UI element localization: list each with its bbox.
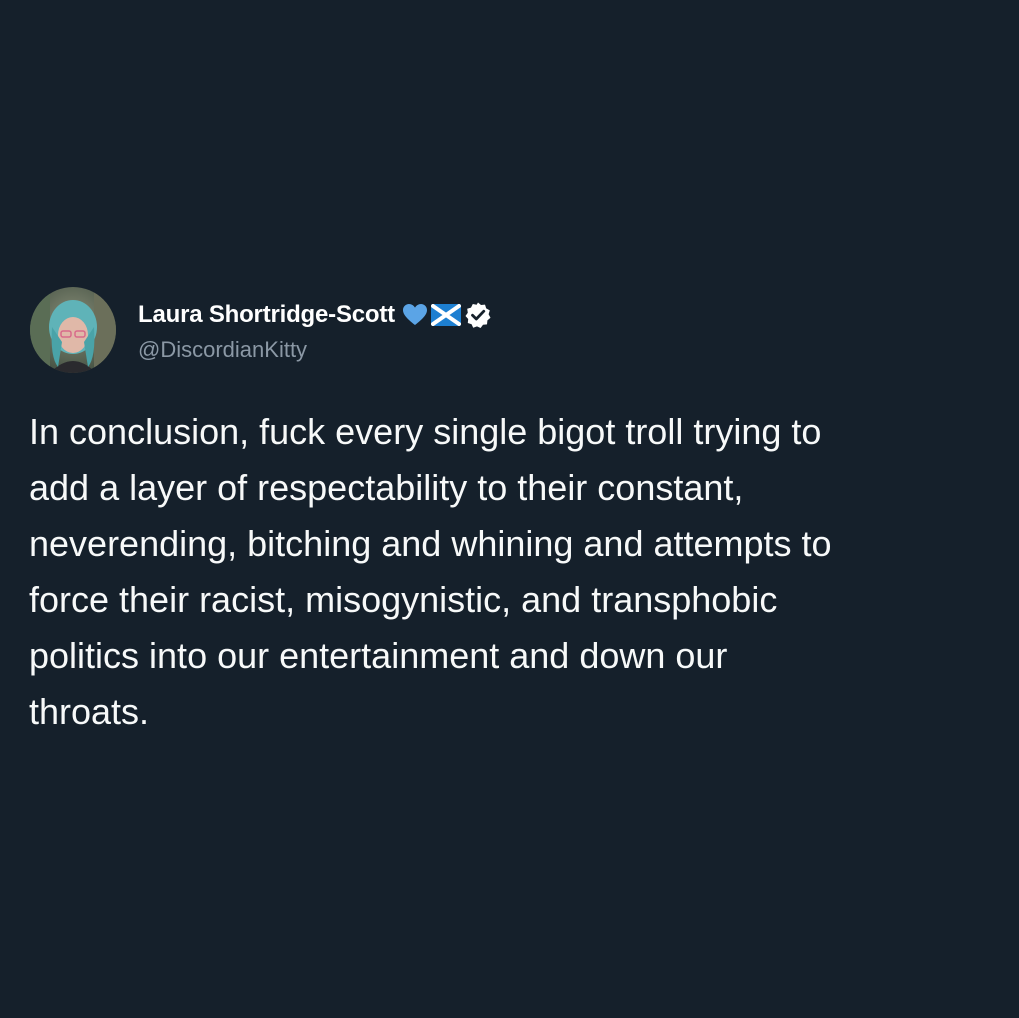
name-badges bbox=[402, 301, 495, 329]
avatar[interactable] bbox=[30, 287, 116, 373]
scottish-flag-icon bbox=[430, 304, 461, 326]
blue-heart-icon bbox=[402, 303, 428, 327]
author-identity: Laura Shortridge-Scott @DiscordianKitty bbox=[138, 297, 495, 363]
name-row: Laura Shortridge-Scott bbox=[138, 297, 495, 333]
handle[interactable]: @DiscordianKitty bbox=[138, 337, 495, 363]
tweet-text: In conclusion, fuck every single bigot t… bbox=[29, 411, 832, 732]
tweet-card: Laura Shortridge-Scott @DiscordianKitty … bbox=[0, 0, 1019, 1018]
display-name[interactable]: Laura Shortridge-Scott bbox=[138, 301, 395, 329]
avatar-photo bbox=[30, 287, 116, 373]
tweet-header: Laura Shortridge-Scott @DiscordianKitty bbox=[30, 285, 495, 375]
verified-badge-icon[interactable] bbox=[464, 301, 492, 329]
